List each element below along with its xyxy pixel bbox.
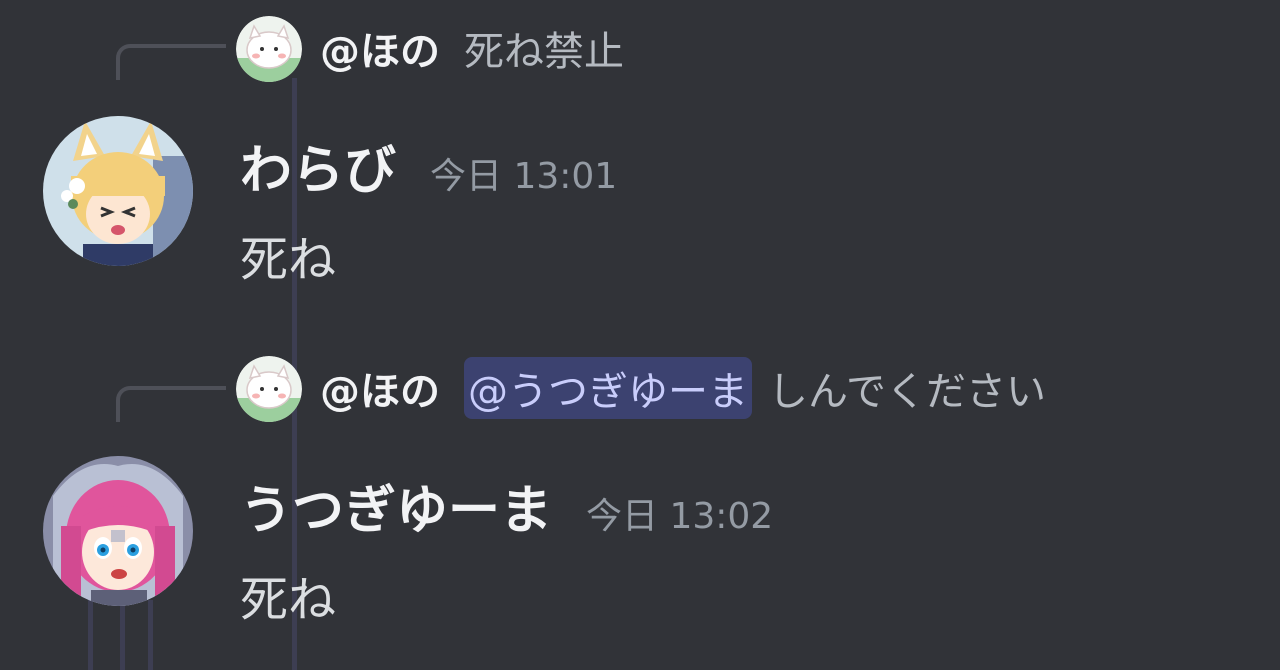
blonde-fox-girl-avatar-icon xyxy=(43,116,193,266)
avatar[interactable] xyxy=(43,456,193,606)
divider xyxy=(148,600,153,670)
reply-avatar[interactable] xyxy=(236,356,302,422)
reply-text: しんでください xyxy=(768,369,1046,415)
reply-avatar[interactable] xyxy=(236,16,302,82)
avatar[interactable] xyxy=(43,116,193,266)
white-cat-avatar-icon xyxy=(236,16,302,82)
divider xyxy=(120,600,125,670)
white-cat-avatar-icon xyxy=(236,356,302,422)
message-header: わらび 今日 13:01 xyxy=(240,128,617,203)
reply-preview[interactable]: @ほの 死ね禁止 xyxy=(320,18,624,78)
message-content: 死ね xyxy=(240,572,337,628)
timestamp[interactable]: 今日 13:01 xyxy=(430,147,617,199)
username[interactable]: わらび xyxy=(240,128,396,203)
message-header: うつぎゆーま 今日 13:02 xyxy=(240,468,773,543)
mention-chip[interactable]: @うつぎゆーま xyxy=(464,357,752,419)
reply-connector xyxy=(116,386,226,422)
pink-hair-girl-avatar-icon xyxy=(43,456,193,606)
reply-author[interactable]: @ほの xyxy=(320,359,440,417)
divider xyxy=(88,600,93,670)
chat-messages: @ほの 死ね禁止 わらび 今日 13:01 死ね @ほの @うつぎゆーま しんで… xyxy=(0,0,1280,670)
timestamp[interactable]: 今日 13:02 xyxy=(586,487,773,539)
reply-preview[interactable]: @ほの @うつぎゆーま しんでください xyxy=(320,357,1046,419)
username[interactable]: うつぎゆーま xyxy=(240,468,552,543)
message-content: 死ね xyxy=(240,232,337,288)
reply-author[interactable]: @ほの xyxy=(320,19,440,77)
reply-connector xyxy=(116,44,226,80)
reply-text: 死ね禁止 xyxy=(464,29,624,75)
